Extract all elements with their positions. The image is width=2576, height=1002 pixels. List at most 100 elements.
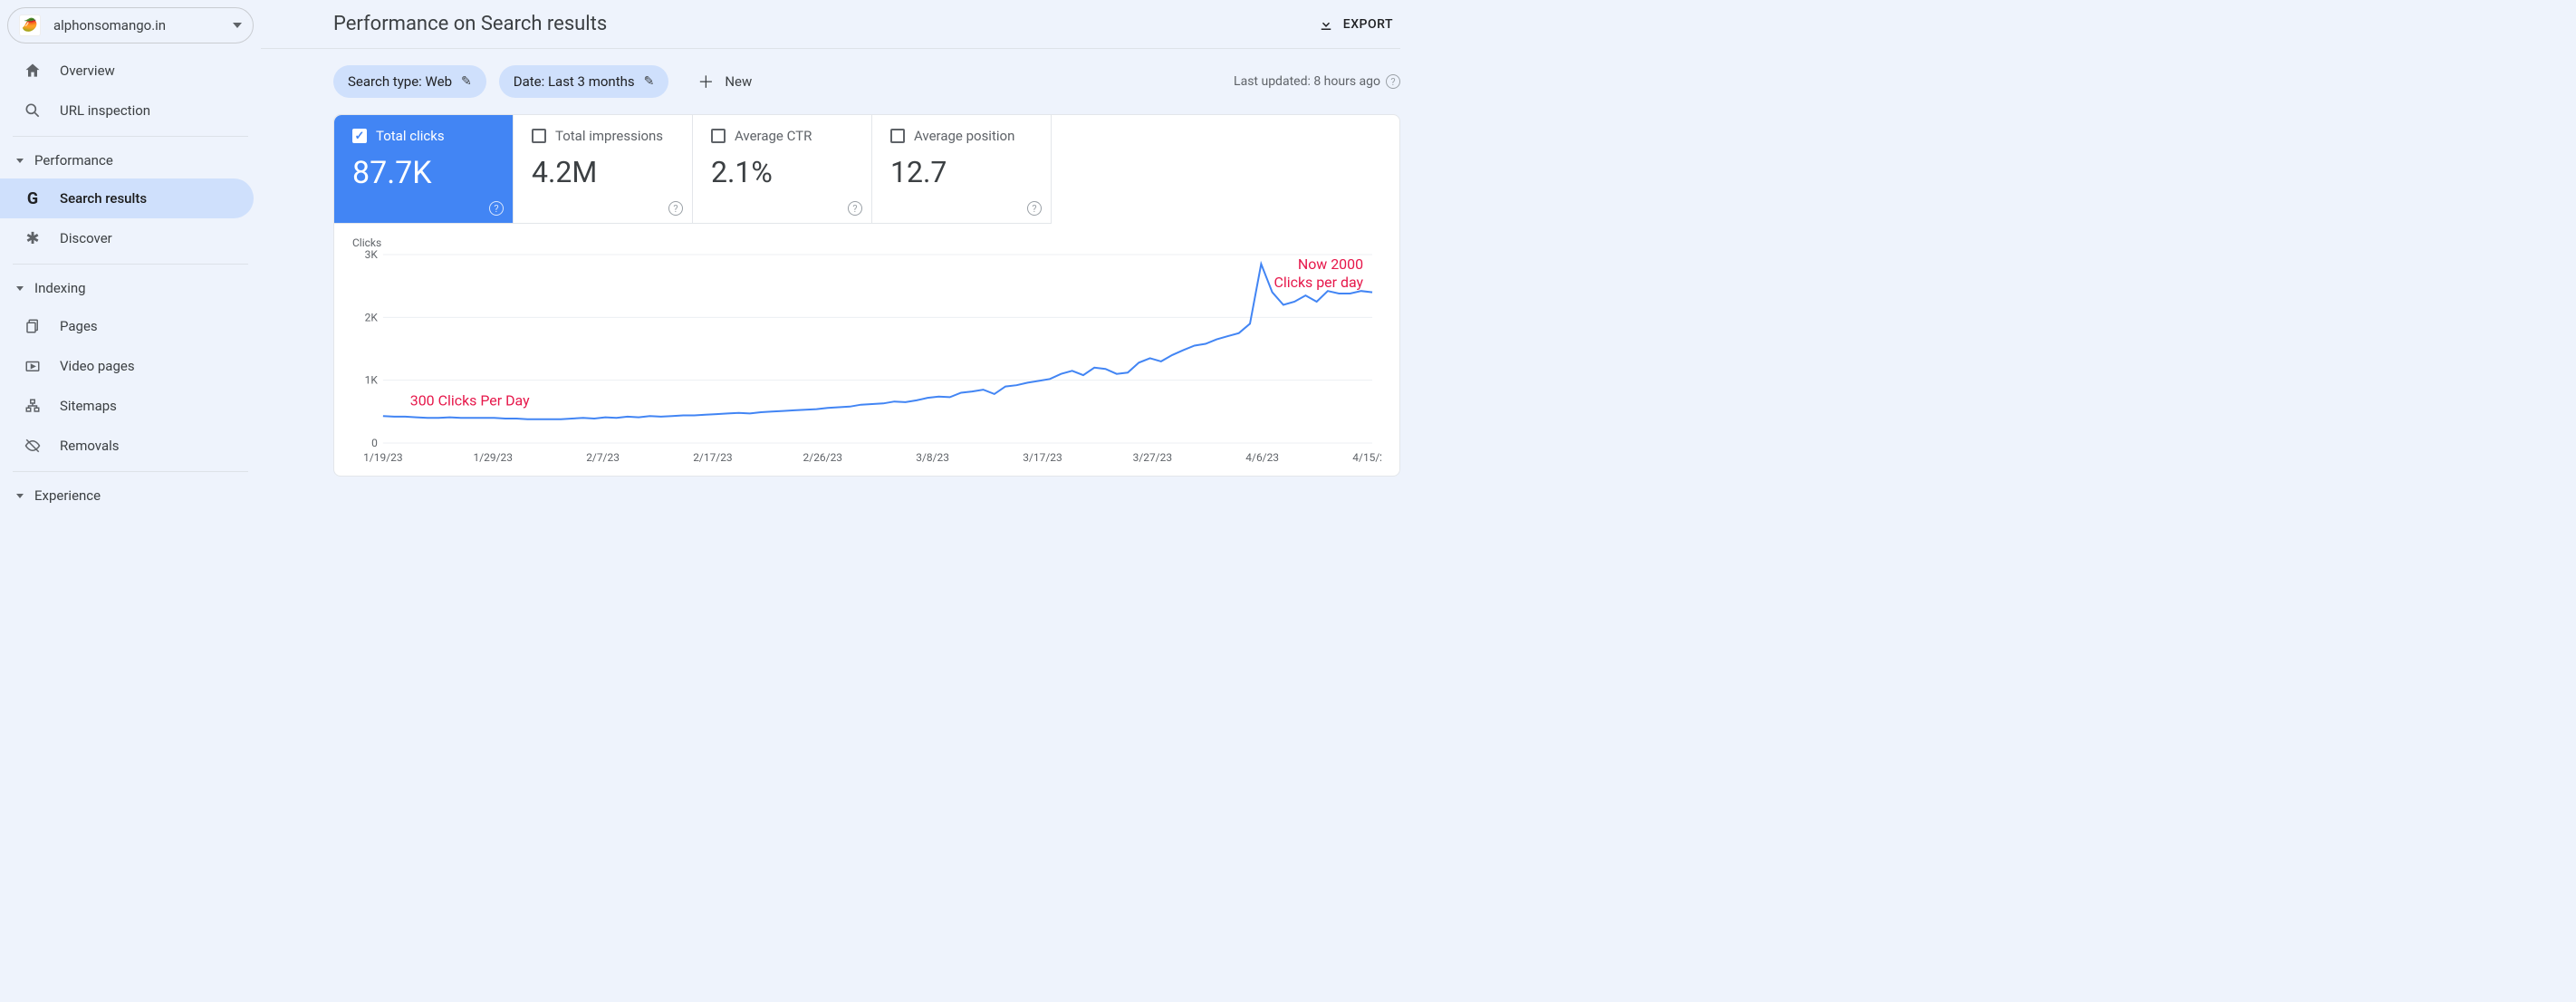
nav-section-performance[interactable]: Performance bbox=[0, 142, 261, 178]
home-icon bbox=[22, 60, 43, 82]
export-button[interactable]: EXPORT bbox=[1318, 16, 1400, 33]
nav-section-indexing-label: Indexing bbox=[34, 280, 86, 296]
svg-text:3/17/23: 3/17/23 bbox=[1023, 451, 1062, 464]
search-icon bbox=[22, 100, 43, 121]
nav-removals-label: Removals bbox=[60, 438, 120, 454]
chevron-down-icon bbox=[16, 159, 24, 163]
last-updated: Last updated: 8 hours ago ? bbox=[1234, 74, 1400, 89]
metric-impressions-label: Total impressions bbox=[555, 128, 663, 144]
svg-text:3K: 3K bbox=[365, 249, 379, 261]
export-label: EXPORT bbox=[1343, 17, 1393, 32]
favicon-icon: 🥭 bbox=[19, 14, 41, 36]
google-icon: G bbox=[22, 188, 43, 209]
svg-text:Now 2000: Now 2000 bbox=[1298, 255, 1363, 273]
add-filter-button[interactable]: ＋ New bbox=[697, 70, 752, 93]
metric-position-label: Average position bbox=[914, 128, 1014, 144]
svg-text:3/27/23: 3/27/23 bbox=[1133, 451, 1172, 464]
help-icon[interactable]: ? bbox=[848, 201, 862, 216]
filter-search-type[interactable]: Search type: Web ✎ bbox=[333, 65, 486, 98]
pencil-icon: ✎ bbox=[644, 74, 655, 89]
add-filter-label: New bbox=[725, 73, 752, 90]
page-header: Performance on Search results EXPORT bbox=[261, 0, 1400, 49]
nav-url-inspection[interactable]: URL inspection bbox=[0, 91, 261, 130]
chevron-down-icon bbox=[16, 286, 24, 291]
performance-card: Total clicks 87.7K ? Total impressions 4… bbox=[333, 114, 1400, 477]
checkbox-icon bbox=[352, 129, 367, 143]
video-icon bbox=[22, 355, 43, 377]
nav-sitemaps[interactable]: Sitemaps bbox=[0, 386, 261, 426]
filter-date[interactable]: Date: Last 3 months ✎ bbox=[499, 65, 669, 98]
help-icon[interactable]: ? bbox=[1386, 74, 1400, 89]
nav-removals[interactable]: Removals bbox=[0, 426, 261, 466]
svg-text:1/29/23: 1/29/23 bbox=[474, 451, 513, 464]
nav-url-inspection-label: URL inspection bbox=[60, 102, 150, 119]
nav-sitemaps-label: Sitemaps bbox=[60, 398, 117, 414]
download-icon bbox=[1318, 16, 1334, 33]
svg-text:2K: 2K bbox=[365, 311, 379, 323]
chart-ylabel: Clicks bbox=[352, 236, 1381, 249]
svg-text:1/19/23: 1/19/23 bbox=[363, 451, 402, 464]
metric-position-value: 12.7 bbox=[890, 155, 1038, 189]
chart-area: Clicks 0 1K 2K 3K 1/19/23 1/29/23 2/7/23 2/17/2… bbox=[334, 224, 1399, 476]
property-domain: alphonsomango.in bbox=[53, 17, 233, 34]
property-selector[interactable]: 🥭 alphonsomango.in bbox=[7, 7, 254, 43]
filter-date-label: Date: Last 3 months bbox=[514, 73, 635, 90]
filters-row: Search type: Web ✎ Date: Last 3 months ✎… bbox=[261, 49, 1400, 114]
clicks-chart: 0 1K 2K 3K 1/19/23 1/29/23 2/7/23 2/17/23 2/26/2… bbox=[352, 249, 1381, 467]
metric-ctr-label: Average CTR bbox=[735, 128, 812, 144]
svg-text:3/8/23: 3/8/23 bbox=[916, 451, 949, 464]
nav-discover-label: Discover bbox=[60, 230, 112, 246]
chevron-down-icon bbox=[233, 23, 242, 28]
chevron-down-icon bbox=[16, 494, 24, 498]
metric-clicks-value: 87.7K bbox=[352, 155, 500, 191]
last-updated-text: Last updated: 8 hours ago bbox=[1234, 74, 1380, 89]
checkbox-icon bbox=[711, 129, 726, 143]
checkbox-icon bbox=[890, 129, 905, 143]
nav-overview[interactable]: Overview bbox=[0, 51, 261, 91]
metric-clicks-label: Total clicks bbox=[376, 128, 445, 144]
metrics-row: Total clicks 87.7K ? Total impressions 4… bbox=[334, 115, 1399, 224]
svg-text:0: 0 bbox=[371, 437, 378, 449]
divider bbox=[13, 264, 248, 265]
metric-avg-position[interactable]: Average position 12.7 ? bbox=[872, 115, 1052, 224]
nav-pages-label: Pages bbox=[60, 318, 98, 334]
help-icon[interactable]: ? bbox=[1027, 201, 1042, 216]
svg-text:4/15/23: 4/15/23 bbox=[1352, 451, 1381, 464]
nav-search-results[interactable]: G Search results bbox=[0, 178, 254, 218]
metric-avg-ctr[interactable]: Average CTR 2.1% ? bbox=[693, 115, 872, 224]
svg-text:2/17/23: 2/17/23 bbox=[693, 451, 732, 464]
pencil-icon: ✎ bbox=[461, 74, 472, 89]
divider bbox=[13, 136, 248, 137]
sidebar: 🥭 alphonsomango.in Overview URL inspecti… bbox=[0, 0, 261, 553]
help-icon[interactable]: ? bbox=[489, 201, 504, 216]
nav-discover[interactable]: ✱ Discover bbox=[0, 218, 261, 258]
nav-video-pages[interactable]: Video pages bbox=[0, 346, 261, 386]
help-icon[interactable]: ? bbox=[668, 201, 683, 216]
svg-text:300 Clicks Per Day: 300 Clicks Per Day bbox=[410, 391, 530, 409]
nav-section-experience[interactable]: Experience bbox=[0, 477, 261, 514]
eye-off-icon bbox=[22, 435, 43, 457]
nav-section-experience-label: Experience bbox=[34, 487, 101, 504]
checkbox-icon bbox=[532, 129, 546, 143]
svg-text:4/6/23: 4/6/23 bbox=[1245, 451, 1279, 464]
svg-text:2/7/23: 2/7/23 bbox=[586, 451, 620, 464]
plus-icon: ＋ bbox=[697, 70, 714, 93]
svg-text:2/26/23: 2/26/23 bbox=[803, 451, 842, 464]
nav-pages[interactable]: Pages bbox=[0, 306, 261, 346]
nav-overview-label: Overview bbox=[60, 63, 115, 79]
metric-total-clicks[interactable]: Total clicks 87.7K ? bbox=[334, 115, 514, 224]
metric-total-impressions[interactable]: Total impressions 4.2M ? bbox=[514, 115, 693, 224]
pages-icon bbox=[22, 315, 43, 337]
asterisk-icon: ✱ bbox=[22, 227, 43, 249]
nav-section-indexing[interactable]: Indexing bbox=[0, 270, 261, 306]
page-title: Performance on Search results bbox=[333, 13, 1318, 35]
divider bbox=[13, 471, 248, 472]
nav-video-pages-label: Video pages bbox=[60, 358, 135, 374]
nav-search-results-label: Search results bbox=[60, 190, 147, 207]
sitemap-icon bbox=[22, 395, 43, 417]
metric-ctr-value: 2.1% bbox=[711, 155, 859, 189]
metric-impressions-value: 4.2M bbox=[532, 155, 679, 189]
filter-search-type-label: Search type: Web bbox=[348, 73, 452, 90]
svg-text:Clicks per day: Clicks per day bbox=[1274, 274, 1363, 291]
svg-text:1K: 1K bbox=[365, 374, 379, 387]
